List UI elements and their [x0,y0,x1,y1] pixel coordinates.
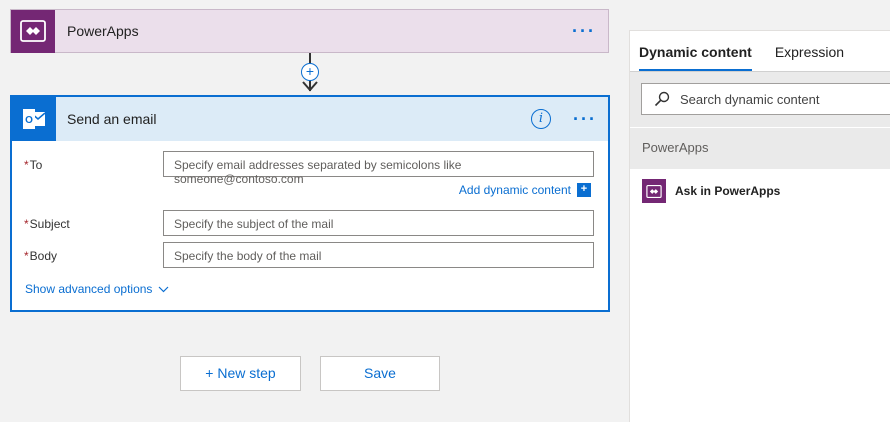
show-advanced-label: Show advanced options [25,282,153,296]
subject-field[interactable]: Specify the subject of the mail [163,210,594,236]
outlook-icon: O [12,97,56,141]
show-advanced-options-link[interactable]: Show advanced options [25,282,169,296]
powerapps-trigger-card[interactable]: PowerApps ··· [10,9,609,53]
to-field[interactable]: Specify email addresses separated by sem… [163,151,594,186]
group-header-powerapps: PowerApps [630,128,890,169]
add-dynamic-content-label: Add dynamic content [458,183,571,197]
powerapps-icon [642,179,666,203]
search-area: Search dynamic content [630,71,890,127]
search-icon [654,91,670,107]
chevron-down-icon [159,286,169,292]
action-header[interactable]: O Send an email i ··· [12,97,608,141]
search-placeholder: Search dynamic content [680,91,820,107]
insert-step-button[interactable]: + [301,63,319,81]
tab-expression[interactable]: Expression [775,31,844,71]
send-email-action-card[interactable]: O Send an email i ··· *To Specify email … [10,95,610,312]
trigger-more-options-icon[interactable]: ··· [572,22,596,40]
info-icon[interactable]: i [531,109,552,129]
dynamic-item-label: Ask in PowerApps [675,184,781,198]
body-field[interactable]: Specify the body of the mail [163,242,594,268]
action-more-options-icon[interactable]: ··· [573,110,597,128]
svg-text:O: O [25,115,33,126]
dynamic-content-panel: Dynamic content Expression Search dynami… [629,30,890,422]
arrow-down-icon [302,81,318,92]
body-label: *Body [24,249,58,263]
subject-label: *Subject [24,217,70,231]
search-input[interactable]: Search dynamic content [641,83,890,115]
new-step-button[interactable]: + New step [180,356,301,391]
save-button[interactable]: Save [320,356,440,391]
action-title: Send an email [67,111,157,127]
add-dynamic-content-link[interactable]: Add dynamic content + [459,183,591,197]
add-dynamic-plus-icon: + [577,183,591,197]
powerapps-icon [11,9,55,53]
tab-dynamic-content[interactable]: Dynamic content [639,31,752,71]
to-label: *To [24,158,43,172]
panel-tabs: Dynamic content Expression [630,31,890,71]
dynamic-item-ask-in-powerapps[interactable]: Ask in PowerApps [630,169,890,213]
trigger-title: PowerApps [67,23,139,39]
